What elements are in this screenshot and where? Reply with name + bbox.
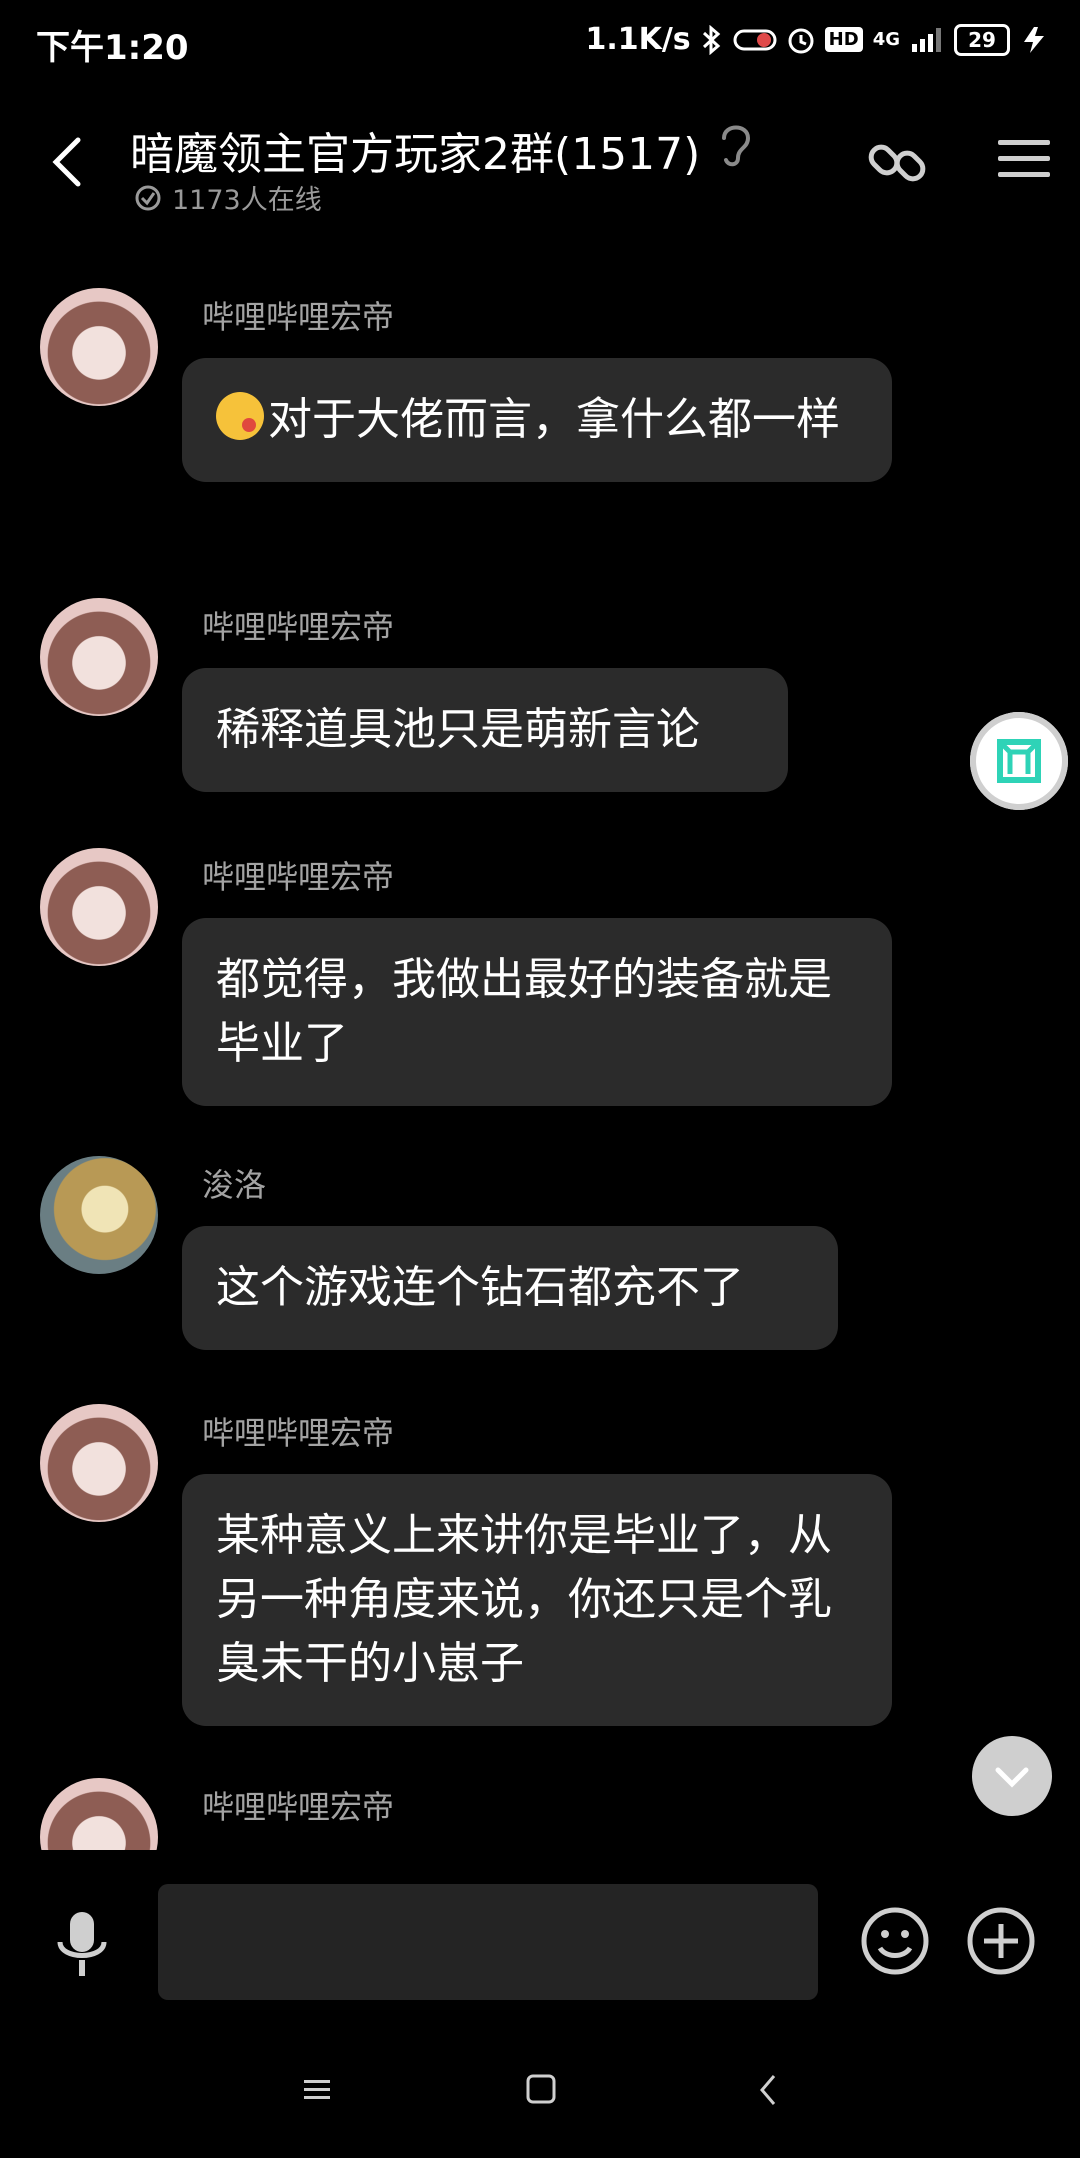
message-text: 某种意义上来讲你是毕业了，从另一种角度来说，你还只是个乳臭未干的小崽子 — [216, 1510, 832, 1689]
scroll-down-button[interactable] — [972, 1736, 1052, 1816]
check-circle-icon — [135, 185, 161, 210]
message-text: 这个游戏连个钻石都充不了 — [216, 1262, 744, 1313]
sender-name[interactable]: 哔哩哔哩宏帝 — [202, 1408, 394, 1454]
avatar[interactable] — [40, 1404, 158, 1522]
message-text: 都觉得，我做出最好的装备就是毕业了 — [216, 954, 832, 1069]
avatar[interactable] — [40, 848, 158, 966]
signal-icon — [912, 27, 941, 52]
toggle-icon — [733, 29, 777, 50]
chat-header: 暗魔领主官方玩家2群(1517) 1173人在线 — [0, 100, 1080, 240]
message-bubble[interactable]: 稀释道具池只是萌新言论 — [182, 668, 788, 792]
hd-icon: HD — [824, 27, 863, 52]
mini-app-button[interactable] — [970, 712, 1068, 810]
message-text: 对于大佬而言，拿什么都一样 — [268, 394, 840, 445]
cube-icon — [997, 739, 1041, 783]
sender-name[interactable]: 哔哩哔哩宏帝 — [202, 602, 394, 648]
charging-icon — [1024, 26, 1044, 53]
avatar[interactable] — [40, 1156, 158, 1274]
online-status: 1173人在线 — [134, 178, 322, 217]
message-item: 哔哩哔哩宏帝 — [0, 1778, 1080, 1852]
status-icons: 1.1K/s HD 4G 29 — [585, 22, 1050, 57]
network-label: 4G — [872, 29, 900, 50]
sender-name[interactable]: 哔哩哔哩宏帝 — [202, 852, 394, 898]
message-input[interactable] — [158, 1884, 818, 2000]
emoji-icon — [216, 392, 264, 440]
message-bubble[interactable]: 某种意义上来讲你是毕业了，从另一种角度来说，你还只是个乳臭未干的小崽子 — [182, 1474, 892, 1726]
sender-name[interactable]: 浚洛 — [202, 1160, 266, 1206]
chevron-down-icon — [995, 1767, 1029, 1788]
avatar[interactable] — [40, 1778, 158, 1852]
microphone-icon[interactable] — [54, 1908, 110, 1980]
avatar[interactable] — [40, 288, 158, 406]
link-icon[interactable] — [862, 126, 934, 198]
avatar[interactable] — [40, 598, 158, 716]
status-time: 下午1:20 — [36, 28, 189, 68]
battery-icon: 29 — [954, 23, 1010, 56]
message-bubble[interactable]: 这个游戏连个钻石都充不了 — [182, 1226, 838, 1350]
recent-apps-icon[interactable] — [286, 2060, 346, 2120]
net-speed: 1.1K/s — [585, 22, 691, 57]
back-nav-icon[interactable] — [738, 2060, 798, 2120]
group-title[interactable]: 暗魔领主官方玩家2群(1517) — [130, 118, 700, 182]
ear-icon[interactable] — [716, 118, 756, 168]
plus-button[interactable] — [966, 1906, 1036, 1976]
message-bubble[interactable]: 都觉得，我做出最好的装备就是毕业了 — [182, 918, 892, 1106]
alarm-icon — [788, 28, 814, 53]
online-count: 1173人在线 — [172, 185, 322, 216]
back-button[interactable] — [40, 132, 100, 192]
bluetooth-icon — [702, 24, 720, 55]
home-icon[interactable] — [510, 2060, 570, 2120]
input-bar — [0, 1850, 1080, 2000]
sender-name[interactable]: 哔哩哔哩宏帝 — [202, 1782, 394, 1828]
status-bar: 下午1:20 1.1K/s HD 4G 29 — [0, 0, 1080, 90]
emoji-button[interactable] — [860, 1906, 930, 1976]
menu-icon[interactable] — [996, 134, 1052, 184]
system-nav-bar — [0, 2030, 1080, 2158]
message-bubble[interactable]: 对于大佬而言，拿什么都一样 — [182, 358, 892, 482]
sender-name[interactable]: 哔哩哔哩宏帝 — [202, 292, 394, 338]
message-text: 稀释道具池只是萌新言论 — [216, 704, 700, 755]
